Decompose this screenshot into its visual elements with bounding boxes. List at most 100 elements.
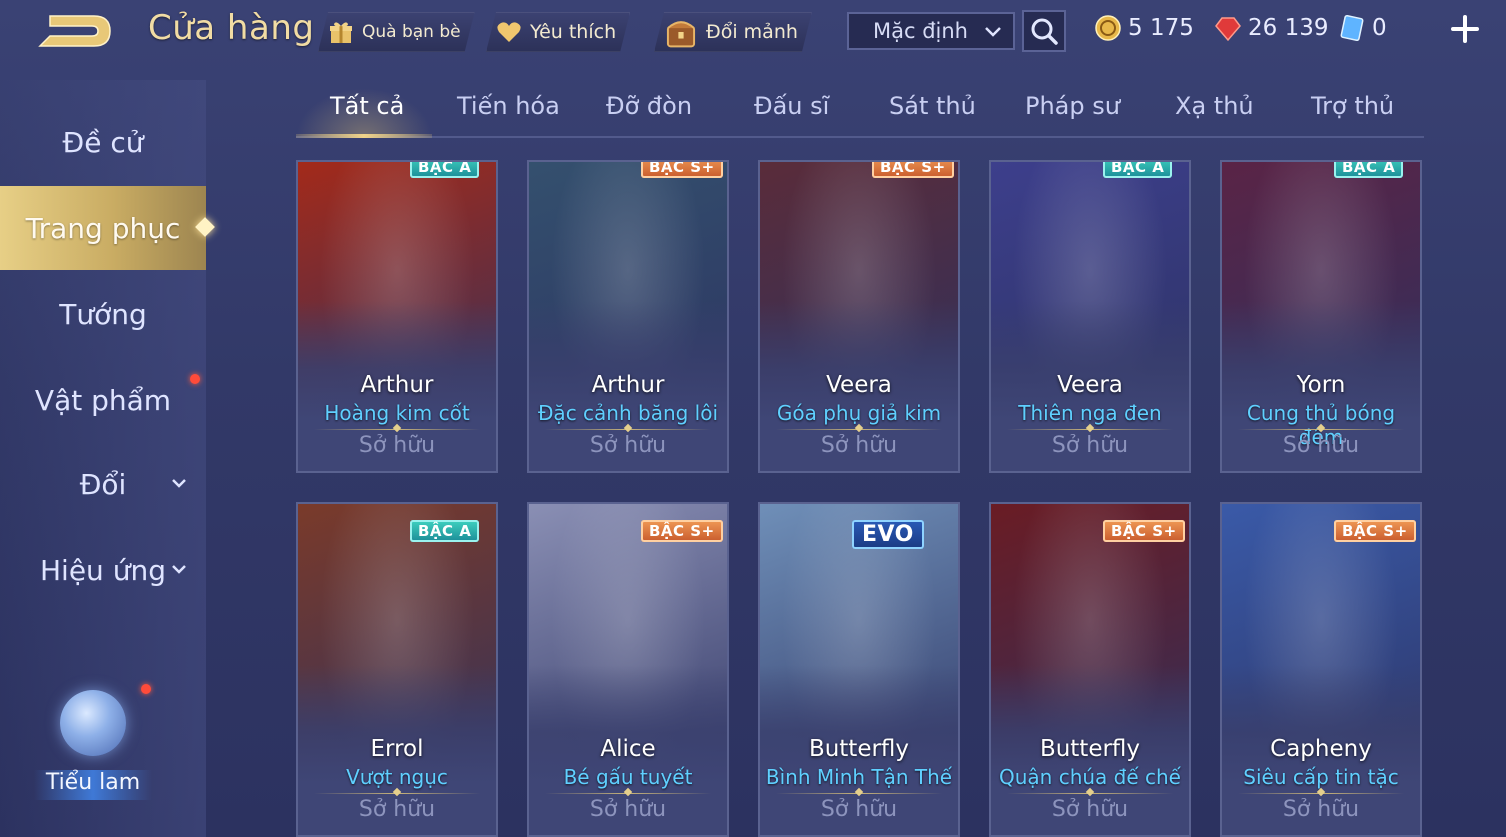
skin-name: Bình Minh Tận Thế bbox=[765, 765, 953, 789]
skin-card[interactable]: BẬC A Arthur Hoàng kim cốt Sở hữu bbox=[296, 160, 498, 473]
token-currency: 0 bbox=[1338, 14, 1387, 42]
owned-status: Sở hữu bbox=[1051, 797, 1129, 822]
back-button[interactable] bbox=[36, 10, 116, 52]
chevron-down-icon bbox=[172, 565, 186, 574]
tier-badge: EVO bbox=[852, 520, 924, 549]
card-divider bbox=[776, 429, 942, 430]
owned-status: Sở hữu bbox=[1051, 433, 1129, 458]
add-currency-button[interactable] bbox=[1448, 12, 1482, 46]
skin-card[interactable]: BẬC S+ Arthur Đặc cảnh băng lôi Sở hữu bbox=[527, 160, 729, 473]
hero-name: Butterfly bbox=[808, 736, 910, 762]
card-divider bbox=[1007, 429, 1173, 430]
exchange-label: Đổi mảnh bbox=[706, 21, 798, 43]
page-title: Cửa hàng bbox=[148, 8, 315, 48]
tier-badge: BẬC A bbox=[1103, 162, 1173, 178]
hero-name: Capheny bbox=[1270, 736, 1372, 762]
sidebar-item-label: Tướng bbox=[59, 297, 147, 331]
search-icon bbox=[1031, 18, 1058, 45]
skin-name: Đặc cảnh băng lôi bbox=[537, 401, 719, 425]
owned-status: Sở hữu bbox=[358, 433, 436, 458]
plus-icon bbox=[1451, 15, 1479, 43]
hero-name: Yorn bbox=[1296, 372, 1346, 398]
owned-status: Sở hữu bbox=[1282, 797, 1360, 822]
tab-support[interactable]: Trợ thủ bbox=[1311, 92, 1394, 120]
tab-fighter[interactable]: Đấu sĩ bbox=[754, 92, 829, 120]
card-divider bbox=[1238, 429, 1404, 430]
card-divider bbox=[1238, 793, 1404, 794]
tab-evolution[interactable]: Tiến hóa bbox=[457, 92, 560, 120]
hero-name: Arthur bbox=[360, 372, 434, 398]
tier-badge: BẬC A bbox=[410, 162, 480, 178]
hero-name: Butterfly bbox=[1039, 736, 1141, 762]
skin-card[interactable]: BẬC S+ Alice Bé gấu tuyết Sở hữu bbox=[527, 502, 729, 837]
skin-card[interactable]: EVO Butterfly Bình Minh Tận Thế Sở hữu bbox=[758, 502, 960, 837]
notification-dot bbox=[190, 374, 200, 384]
skin-card[interactable]: BẬC A Errol Vượt ngục Sở hữu bbox=[296, 502, 498, 837]
hero-name: Errol bbox=[370, 736, 424, 762]
skin-name: Góa phụ giả kim bbox=[776, 401, 942, 425]
sidebar-item-items[interactable]: Vật phẩm bbox=[0, 370, 206, 430]
blue-card-icon bbox=[1340, 14, 1364, 42]
card-divider bbox=[545, 429, 711, 430]
heart-icon bbox=[496, 19, 522, 45]
skin-card[interactable]: BẬC A Yorn Cung thủ bóng đêm Sở hữu bbox=[1220, 160, 1422, 473]
mascot-orb-icon bbox=[60, 690, 126, 756]
sidebar-item-skins[interactable]: Trang phục bbox=[0, 186, 215, 270]
owned-status: Sở hữu bbox=[820, 797, 898, 822]
gift-icon bbox=[328, 19, 354, 45]
skin-card[interactable]: BẬC S+ Butterfly Quận chúa đế chế Sở hữu bbox=[989, 502, 1191, 837]
tab-assassin[interactable]: Sát thủ bbox=[889, 92, 976, 120]
sidebar-item-recommended[interactable]: Đề cử bbox=[0, 112, 206, 172]
active-indicator-icon bbox=[195, 217, 215, 237]
skin-card[interactable]: BẬC S+ Veera Góa phụ giả kim Sở hữu bbox=[758, 160, 960, 473]
gold-coin-icon bbox=[1095, 15, 1121, 41]
sidebar-item-label: Đổi bbox=[79, 467, 127, 501]
skin-name: Hoàng kim cốt bbox=[324, 401, 470, 425]
hero-name: Alice bbox=[600, 736, 656, 762]
skin-card[interactable]: BẬC A Veera Thiên nga đen Sở hữu bbox=[989, 160, 1191, 473]
sidebar-item-label: Trang phục bbox=[25, 211, 181, 245]
sort-value: Mặc định bbox=[873, 19, 968, 43]
skin-card[interactable]: BẬC S+ Capheny Siêu cấp tin tặc Sở hữu bbox=[1220, 502, 1422, 837]
tier-badge: BẬC S+ bbox=[1334, 520, 1416, 542]
sidebar-item-exchange[interactable]: Đổi bbox=[0, 454, 206, 514]
tab-tank[interactable]: Đỡ đòn bbox=[606, 92, 692, 120]
mascot-assistant[interactable]: Tiểu lam bbox=[34, 690, 152, 810]
friend-gift-button[interactable]: Quà bạn bè bbox=[318, 12, 475, 52]
search-button[interactable] bbox=[1022, 10, 1066, 52]
role-tabs: Tất cả Tiến hóa Đỡ đòn Đấu sĩ Sát thủ Ph… bbox=[296, 88, 1424, 138]
owned-status: Sở hữu bbox=[1282, 433, 1360, 458]
hero-name: Veera bbox=[826, 372, 892, 398]
voucher-currency: 26 139 bbox=[1214, 14, 1328, 42]
skin-name: Vượt ngục bbox=[346, 765, 448, 789]
tab-all[interactable]: Tất cả bbox=[330, 92, 404, 120]
sort-dropdown[interactable]: Mặc định bbox=[847, 12, 1015, 50]
sidebar-item-effects[interactable]: Hiệu ứng bbox=[0, 540, 206, 600]
tier-badge: BẬC S+ bbox=[1103, 520, 1185, 542]
voucher-amount: 26 139 bbox=[1248, 15, 1329, 41]
red-gem-icon bbox=[1215, 17, 1241, 42]
gold-currency: 5 175 bbox=[1094, 14, 1194, 42]
sidebar-item-label: Đề cử bbox=[62, 125, 144, 159]
owned-status: Sở hữu bbox=[589, 433, 667, 458]
top-bar: Cửa hàng Quà bạn bè Yêu thích Đổi mảnh M… bbox=[0, 0, 1506, 64]
sidebar-item-heroes[interactable]: Tướng bbox=[0, 284, 206, 344]
friend-gift-label: Quà bạn bè bbox=[362, 22, 461, 42]
chest-icon bbox=[664, 15, 698, 49]
token-amount: 0 bbox=[1372, 15, 1387, 41]
tier-badge: BẬC A bbox=[1334, 162, 1404, 178]
exchange-shards-button[interactable]: Đổi mảnh bbox=[654, 12, 812, 52]
hero-name: Veera bbox=[1057, 372, 1123, 398]
skin-name: Bé gấu tuyết bbox=[563, 765, 693, 789]
tab-marksman[interactable]: Xạ thủ bbox=[1175, 92, 1254, 120]
skin-name: Quận chúa đế chế bbox=[998, 765, 1181, 789]
favorite-button[interactable]: Yêu thích bbox=[486, 12, 630, 52]
tab-divider bbox=[296, 136, 1424, 138]
tab-mage[interactable]: Pháp sư bbox=[1025, 92, 1120, 120]
card-divider bbox=[545, 793, 711, 794]
card-divider bbox=[314, 429, 480, 430]
gold-amount: 5 175 bbox=[1128, 15, 1194, 41]
tier-badge: BẬC S+ bbox=[641, 162, 723, 178]
favorite-label: Yêu thích bbox=[530, 21, 617, 43]
owned-status: Sở hữu bbox=[589, 797, 667, 822]
